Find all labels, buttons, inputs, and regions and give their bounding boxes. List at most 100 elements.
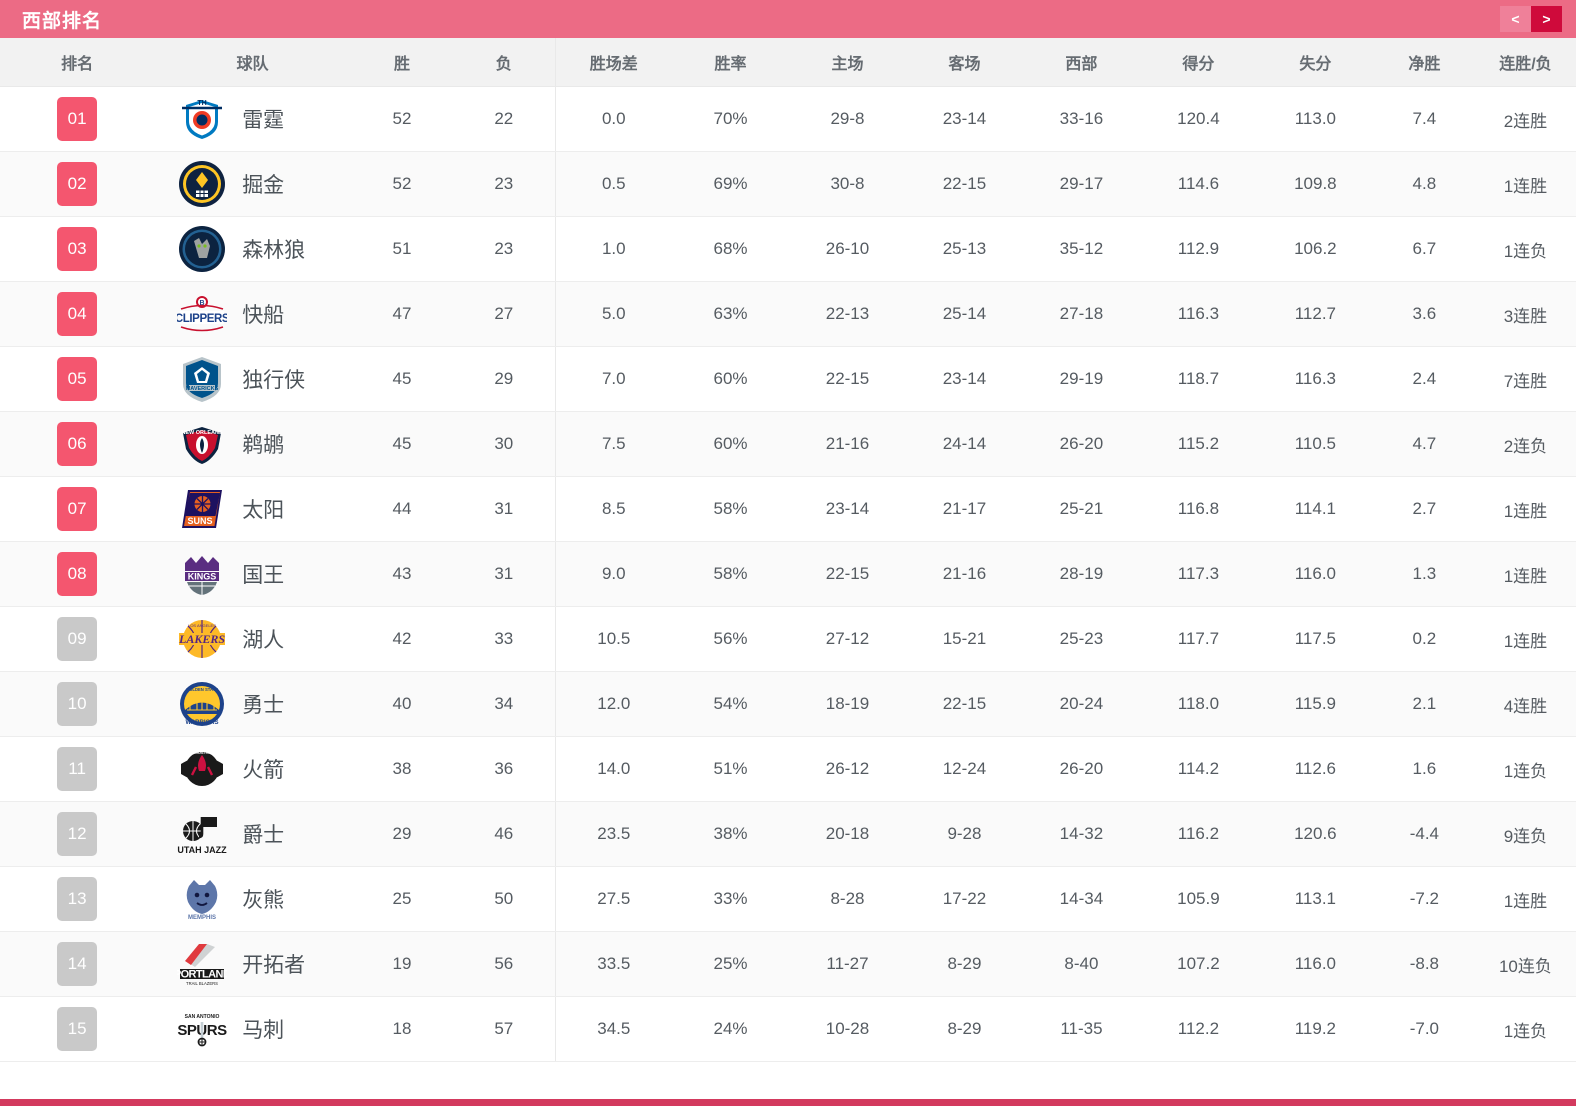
cell-conference-record: 20-24 xyxy=(1022,671,1140,737)
cell-points-against: 113.1 xyxy=(1256,866,1374,932)
bottom-accent-bar xyxy=(0,1099,1576,1106)
thunder-logo-icon: TH xyxy=(176,93,228,145)
table-row[interactable]: 04 B CLIPPERS 快船 47 27 5.0 63% 22-13 25-14 27-18 11… xyxy=(0,281,1576,347)
rank-badge-eliminated: 11 xyxy=(57,747,98,791)
cell-team[interactable]: UTAH JAZZ 爵士 xyxy=(154,801,351,867)
column-header-streak[interactable]: 连胜/负 xyxy=(1474,38,1576,87)
svg-text:LAKERS: LAKERS xyxy=(178,632,225,646)
cell-team[interactable]: NEW ORLEANS 鹈鹕 xyxy=(154,411,351,477)
team-name: 国王 xyxy=(242,564,285,587)
column-header-rank[interactable]: 排名 xyxy=(0,38,155,87)
cell-point-diff: 2.7 xyxy=(1373,476,1475,542)
team-cell[interactable]: HOUSTON 火箭 xyxy=(154,737,351,801)
cell-losses: 31 xyxy=(452,476,556,542)
team-cell[interactable]: LAKERS LOS ANGELES 湖人 xyxy=(154,607,351,671)
next-page-button[interactable]: > xyxy=(1531,6,1562,32)
cell-team[interactable]: SUNS 太阳 xyxy=(154,476,351,542)
column-header-away[interactable]: 客场 xyxy=(905,38,1023,87)
rank-badge-eliminated: 12 xyxy=(57,812,98,856)
table-row[interactable]: 02 掘金 52 23 0.5 69% 30-8 22-15 29-17 114.6 109.8 4.… xyxy=(0,151,1576,217)
rank-badge-eliminated: 15 xyxy=(57,1007,98,1051)
table-row[interactable]: 08 KINGS 国王 43 31 9.0 58% 22-15 21-16 28-19 117.3 1… xyxy=(0,541,1576,607)
rank-badge-eliminated: 13 xyxy=(57,877,98,921)
table-row[interactable]: 11 HOUSTON 火箭 38 36 14.0 51% 26-12 12-24 26-20 114… xyxy=(0,736,1576,802)
cell-team[interactable]: 掘金 xyxy=(154,151,351,217)
column-header-points-against[interactable]: 失分 xyxy=(1256,38,1374,87)
cell-points-against: 113.0 xyxy=(1256,86,1374,152)
column-header-point-diff[interactable]: 净胜 xyxy=(1373,38,1475,87)
standings-table-container: 排名 球队 胜 负 胜场差 胜率 主场 客场 西部 得分 失分 净胜 连胜/负 … xyxy=(0,38,1576,1062)
clippers-logo-icon: B CLIPPERS xyxy=(176,288,228,340)
column-header-losses[interactable]: 负 xyxy=(452,38,556,87)
cell-team[interactable]: HOUSTON 火箭 xyxy=(154,736,351,802)
cell-team[interactable]: MEMPHIS 灰熊 xyxy=(154,866,351,932)
svg-text:NEW ORLEANS: NEW ORLEANS xyxy=(182,430,224,436)
rank-badge-playoff: 08 xyxy=(57,552,98,596)
table-row[interactable]: 14 PORTLANDTRAIL BLAZERS 开拓者 195633.525%11-… xyxy=(0,931,1576,997)
team-cell[interactable]: GOLDEN STATE WARRIORS 勇士 xyxy=(154,672,351,736)
cell-point-diff: -7.2 xyxy=(1373,866,1475,932)
cell-wins: 47 xyxy=(350,281,453,347)
cell-losses: 56 xyxy=(452,931,556,997)
cell-team[interactable]: 森林狼 xyxy=(154,216,351,282)
team-cell[interactable]: 掘金 xyxy=(154,152,351,216)
cell-rank: 11 xyxy=(0,736,155,802)
team-cell[interactable]: MEMPHIS 灰熊 xyxy=(154,867,351,931)
prev-page-button[interactable]: < xyxy=(1500,6,1531,32)
cell-team[interactable]: PORTLANDTRAIL BLAZERS 开拓者 xyxy=(154,931,351,997)
rank-badge-playoff: 02 xyxy=(57,162,98,206)
table-row[interactable]: 06 NEW ORLEANS 鹈鹕 45 30 7.5 60% 21-16 24-14 26-20… xyxy=(0,411,1576,477)
team-cell[interactable]: 森林狼 xyxy=(154,217,351,281)
team-cell[interactable]: NEW ORLEANS 鹈鹕 xyxy=(154,412,351,476)
cell-points-against: 112.6 xyxy=(1256,736,1374,802)
cell-wins: 45 xyxy=(350,346,453,412)
cell-team[interactable]: TH 雷霆 xyxy=(154,86,351,152)
table-body: 01 TH 雷霆 52 22 0.0 70% 29-8 23-14 33-16 120.4 113.0… xyxy=(0,86,1576,1062)
table-row[interactable]: 10 GOLDEN STATE WARRIORS 勇士 40 34 12.0 54% 18-19… xyxy=(0,671,1576,737)
table-row[interactable]: 12 UTAH JAZZ 爵士 29 46 23.5 38% 20-18 9-28 14-32 11… xyxy=(0,801,1576,867)
rank-badge-playoff: 05 xyxy=(57,357,98,401)
cell-win-pct: 68% xyxy=(672,216,789,282)
cell-streak: 1连负 xyxy=(1474,736,1576,802)
team-cell[interactable]: MAVERICKS 独行侠 xyxy=(154,347,351,411)
team-cell[interactable]: KINGS 国王 xyxy=(154,542,351,606)
column-header-home[interactable]: 主场 xyxy=(789,38,906,87)
cell-conference-record: 25-23 xyxy=(1022,606,1140,672)
table-row[interactable]: 07 SUNS 太阳 44 31 8.5 58% 23-14 21-17 25-21 116.8 11… xyxy=(0,476,1576,542)
cell-games-behind: 23.5 xyxy=(554,801,673,867)
team-cell[interactable]: SAN ANTONIOSPURS 马刺 xyxy=(154,997,351,1061)
table-row[interactable]: 13 MEMPHIS 灰熊 25 50 27.5 33% 8-28 17-22 14-34 105.… xyxy=(0,866,1576,932)
team-cell[interactable]: TH 雷霆 xyxy=(154,87,351,151)
team-cell[interactable]: B CLIPPERS 快船 xyxy=(154,282,351,346)
rank-badge-eliminated: 10 xyxy=(57,682,98,726)
cell-team[interactable]: B CLIPPERS 快船 xyxy=(154,281,351,347)
cell-team[interactable]: LAKERS LOS ANGELES 湖人 xyxy=(154,606,351,672)
cell-team[interactable]: SAN ANTONIOSPURS 马刺 xyxy=(154,996,351,1062)
table-row[interactable]: 15 SAN ANTONIOSPURS 马刺 185734.524%10-288-29… xyxy=(0,996,1576,1062)
cell-team[interactable]: GOLDEN STATE WARRIORS 勇士 xyxy=(154,671,351,737)
cell-team[interactable]: MAVERICKS 独行侠 xyxy=(154,346,351,412)
cell-conference-record: 27-18 xyxy=(1022,281,1140,347)
column-header-points-for[interactable]: 得分 xyxy=(1139,38,1257,87)
cell-win-pct: 56% xyxy=(672,606,789,672)
cell-team[interactable]: KINGS 国王 xyxy=(154,541,351,607)
column-header-conference[interactable]: 西部 xyxy=(1022,38,1140,87)
pagination-controls: < > xyxy=(1500,6,1562,32)
team-cell[interactable]: PORTLANDTRAIL BLAZERS 开拓者 xyxy=(154,932,351,996)
cell-games-behind: 27.5 xyxy=(554,866,673,932)
cell-wins: 18 xyxy=(350,996,453,1062)
cell-games-behind: 7.5 xyxy=(554,411,673,477)
column-header-win-pct[interactable]: 胜率 xyxy=(672,38,789,87)
column-header-games-behind[interactable]: 胜场差 xyxy=(554,38,673,87)
column-header-wins[interactable]: 胜 xyxy=(350,38,453,87)
cell-points-for: 120.4 xyxy=(1139,86,1257,152)
team-cell[interactable]: SUNS 太阳 xyxy=(154,477,351,541)
table-row[interactable]: 01 TH 雷霆 52 22 0.0 70% 29-8 23-14 33-16 120.4 113.0… xyxy=(0,86,1576,152)
team-cell[interactable]: UTAH JAZZ 爵士 xyxy=(154,802,351,866)
table-row[interactable]: 09 LAKERS LOS ANGELES 湖人 42 33 10.5 56% 27-12 15-… xyxy=(0,606,1576,672)
cell-wins: 42 xyxy=(350,606,453,672)
table-row[interactable]: 03 森林狼 51 23 1.0 68% 26-10 25-13 35-12 112.9 106.2… xyxy=(0,216,1576,282)
table-row[interactable]: 05 MAVERICKS 独行侠 45 29 7.0 60% 22-15 23-14 29-19 1… xyxy=(0,346,1576,412)
column-header-team[interactable]: 球队 xyxy=(154,38,351,87)
cell-losses: 23 xyxy=(452,151,556,217)
